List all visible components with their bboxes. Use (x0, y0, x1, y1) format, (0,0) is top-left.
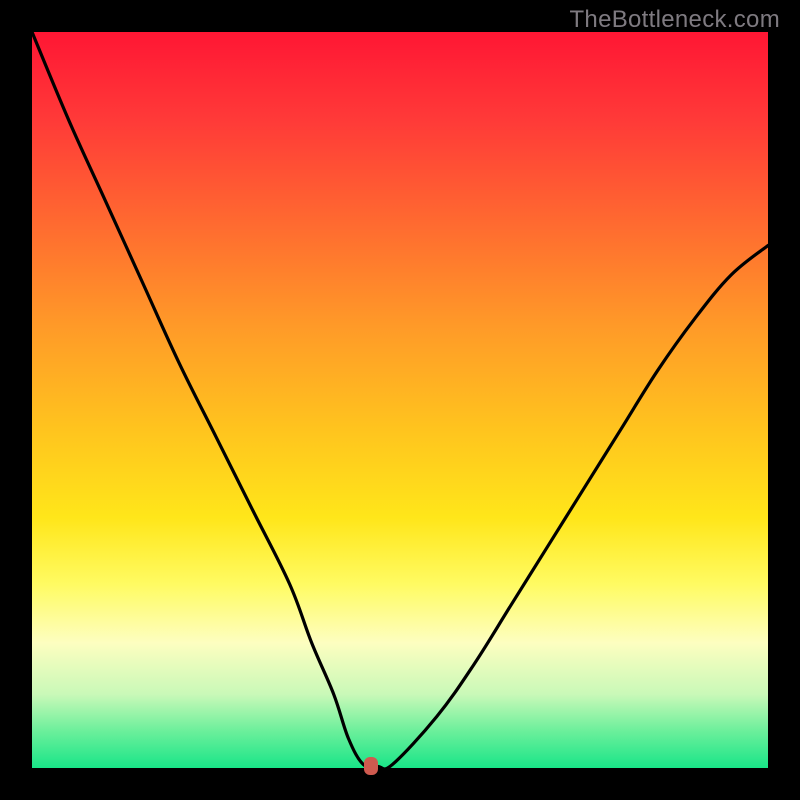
optimal-point-marker (364, 757, 378, 775)
bottleneck-curve (32, 32, 768, 769)
chart-frame: TheBottleneck.com (0, 0, 800, 800)
curve-svg (32, 32, 768, 768)
watermark-label: TheBottleneck.com (569, 6, 780, 34)
plot-area (32, 32, 768, 768)
